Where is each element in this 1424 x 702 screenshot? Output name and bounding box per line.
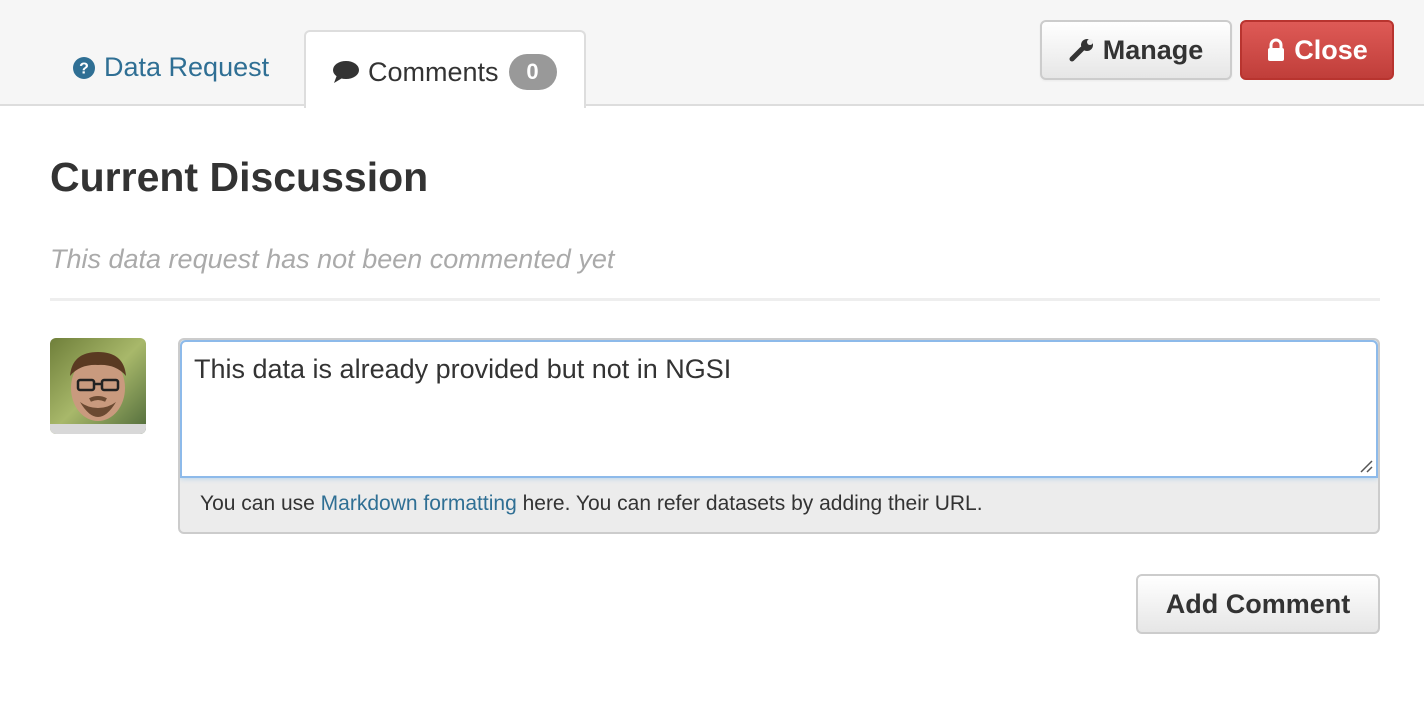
- tab-bar: ? Data Request Comments 0 Manage Close: [0, 0, 1424, 108]
- tab-comments[interactable]: Comments 0: [304, 30, 586, 108]
- close-button-label: Close: [1294, 34, 1368, 65]
- manage-button-label: Manage: [1102, 34, 1204, 65]
- add-comment-button[interactable]: Add Comment: [1136, 574, 1380, 634]
- comment-form: This data is already provided but not in…: [178, 338, 1380, 534]
- question-circle-icon: ?: [72, 56, 96, 80]
- manage-button[interactable]: Manage: [1040, 20, 1232, 80]
- lock-icon: [1266, 38, 1286, 62]
- tab-comments-label: Comments: [368, 56, 499, 87]
- empty-discussion-message: This data request has not been commented…: [50, 244, 615, 274]
- svg-text:?: ?: [79, 60, 89, 77]
- add-comment-button-label: Add Comment: [1165, 588, 1351, 619]
- wrench-icon: [1069, 37, 1095, 63]
- markdown-help-prefix: You can use: [200, 492, 321, 515]
- discussion-title: Current Discussion: [50, 154, 429, 200]
- user-avatar: [50, 338, 146, 434]
- divider: [50, 298, 1380, 301]
- markdown-formatting-link[interactable]: Markdown formatting: [321, 492, 517, 515]
- tab-data-request-label: Data Request: [104, 52, 270, 82]
- markdown-help-suffix: here. You can refer datasets by adding t…: [516, 492, 983, 515]
- comment-input[interactable]: This data is already provided but not in…: [180, 340, 1378, 478]
- close-button[interactable]: Close: [1240, 20, 1394, 80]
- markdown-help: You can use Markdown formatting here. Yo…: [200, 492, 983, 516]
- tab-data-request[interactable]: ? Data Request: [72, 52, 269, 83]
- resize-handle-icon[interactable]: [1358, 458, 1374, 479]
- speech-bubble-icon: [332, 60, 360, 84]
- comment-count-badge: 0: [508, 54, 557, 90]
